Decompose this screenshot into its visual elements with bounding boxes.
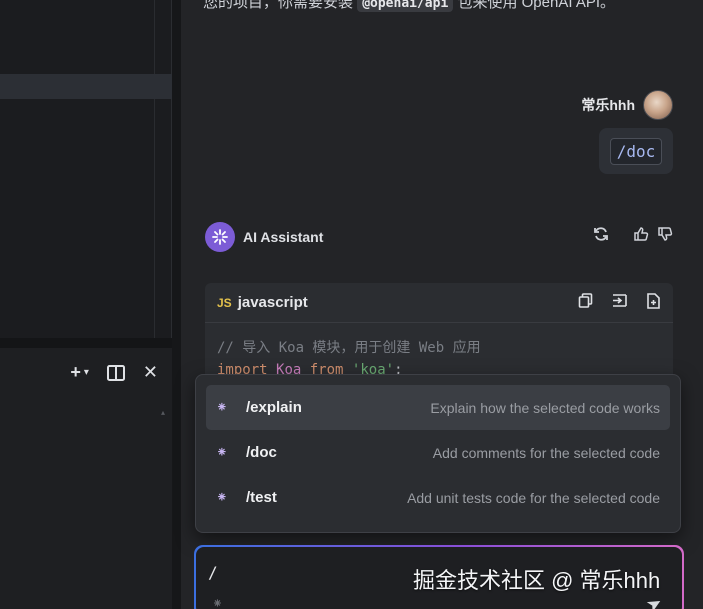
language-label: javascript (237, 294, 308, 311)
sparkle-icon: ⁕ (216, 399, 228, 415)
feedback-group (633, 226, 673, 247)
sparkle-icon[interactable]: ⁕ (212, 596, 223, 609)
user-command-chip: /doc (609, 137, 663, 165)
code-toolbar (578, 292, 661, 313)
code-content: // 导入 Koa 模块，用于创建 Web 应用 import Koa from… (205, 323, 673, 381)
code-comment: // 导入 Koa 模块，用于创建 Web 应用 (217, 340, 481, 356)
thumbs-up-icon[interactable] (633, 226, 649, 247)
previous-message-text-after: 包来使用 OpenAI API。 (457, 0, 616, 11)
gutter-line (154, 0, 155, 338)
watermark: 掘金技术社区 @ 常乐hhh (413, 568, 661, 593)
new-file-icon[interactable] (646, 292, 661, 313)
split-view-icon[interactable] (106, 364, 125, 381)
thumbs-down-icon[interactable] (657, 226, 673, 247)
editor-pane: + ▾ ✕ ▴ (0, 0, 172, 609)
insert-icon[interactable] (611, 293, 628, 313)
chat-panel: 您的项目，你需要安装 @openai/api 包来使用 OpenAI API。 … (181, 0, 703, 609)
scroll-indicator[interactable]: ▴ (161, 408, 167, 417)
plus-icon[interactable]: + ▾ (70, 362, 89, 383)
message-actions (593, 226, 673, 247)
assistant-name: AI Assistant (243, 229, 324, 245)
command-description: Add unit tests code for the selected cod… (407, 489, 660, 506)
app-window: + ▾ ✕ ▴ 您的项目，你需要安装 @openai/api 包来使用 OpenA… (0, 0, 703, 609)
terminal-pane: + ▾ ✕ (0, 348, 172, 609)
panel-splitter[interactable] (172, 0, 181, 609)
user-message: /doc (599, 128, 673, 174)
user-name: 常乐hhh (581, 97, 635, 113)
command-item-test[interactable]: ⁕ /test Add unit tests code for the sele… (206, 475, 670, 520)
copy-icon[interactable] (578, 292, 593, 313)
sparkle-icon (205, 222, 235, 252)
assistant-header: AI Assistant (205, 222, 323, 252)
terminal-toolbar: + ▾ ✕ (70, 362, 158, 383)
command-label: /test (246, 489, 277, 506)
previous-message: 您的项目，你需要安装 @openai/api 包来使用 OpenAI API。 (203, 0, 615, 12)
package-code: @openai/api (357, 0, 454, 12)
pane-divider[interactable] (0, 338, 172, 348)
previous-message-text-before: 您的项目，你需要安装 (203, 0, 354, 11)
selected-line[interactable] (0, 74, 172, 99)
command-description: Add comments for the selected code (432, 444, 660, 461)
command-label: /doc (246, 444, 277, 461)
avatar (643, 90, 673, 120)
command-item-doc[interactable]: ⁕ /doc Add comments for the selected cod… (206, 430, 670, 475)
editor-upper (0, 0, 172, 338)
command-description: Explain how the selected code works (430, 399, 660, 416)
command-item-explain[interactable]: ⁕ /explain Explain how the selected code… (206, 385, 670, 430)
language-badge: JS (217, 295, 232, 310)
refresh-icon[interactable] (593, 226, 609, 247)
command-label: /explain (246, 399, 302, 416)
code-block-header: JS javascript (205, 283, 673, 323)
close-icon[interactable]: ✕ (143, 362, 158, 383)
command-popup: ⁕ /explain Explain how the selected code… (195, 374, 681, 533)
sparkle-icon: ⁕ (216, 444, 228, 460)
user-header: 常乐hhh (581, 90, 673, 120)
chat-input-value[interactable]: / (208, 563, 218, 582)
sparkle-icon: ⁕ (216, 489, 228, 505)
